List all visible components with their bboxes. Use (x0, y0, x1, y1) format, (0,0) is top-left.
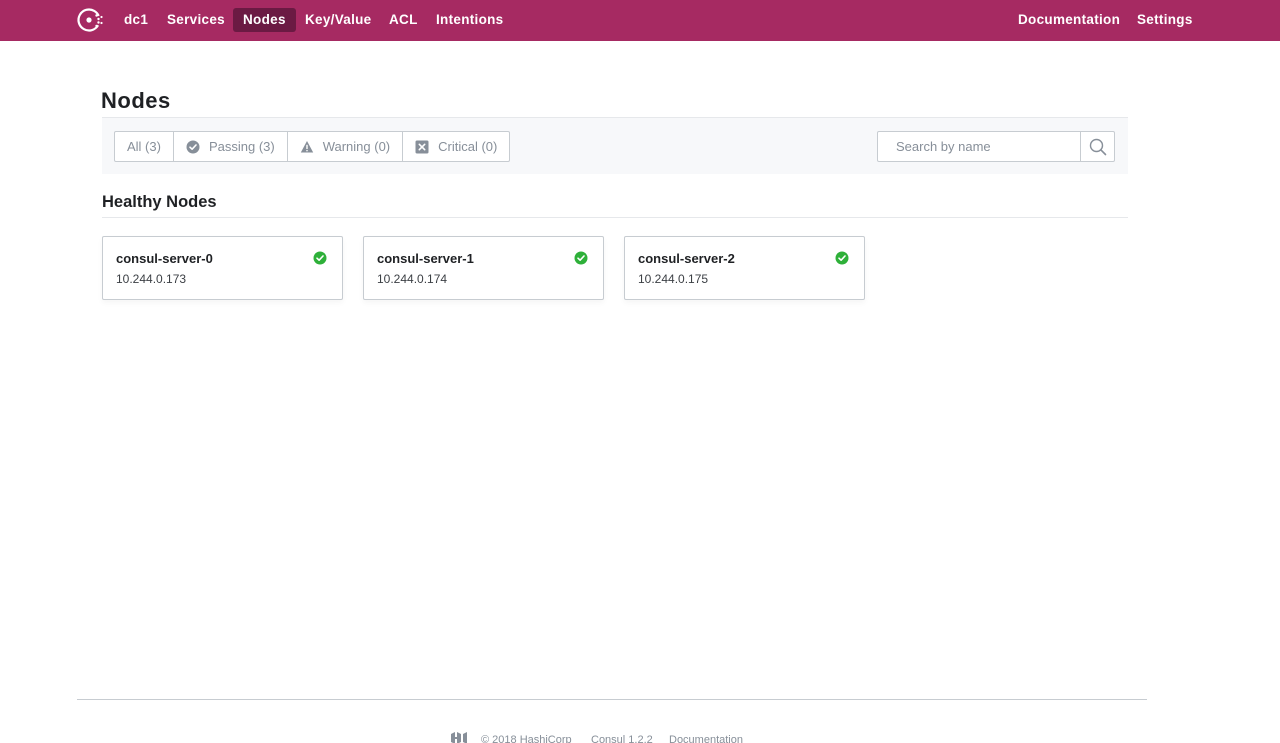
node-card-consul-server-1[interactable]: consul-server-1 10.244.0.174 (363, 236, 604, 300)
nav-key-value[interactable]: Key/Value (295, 8, 382, 32)
passing-check-icon (313, 251, 327, 265)
filter-all-label: All (3) (127, 139, 161, 154)
node-name: consul-server-2 (638, 251, 735, 266)
nav-services[interactable]: Services (157, 8, 235, 32)
footer-version: Consul 1.2.2 (591, 734, 653, 743)
node-name: consul-server-0 (116, 251, 213, 266)
datacenter-selector[interactable]: dc1 (114, 8, 158, 32)
section-divider (102, 217, 1128, 218)
magnifier-icon (1089, 138, 1106, 155)
nav-intentions[interactable]: Intentions (426, 8, 514, 32)
nav-nodes[interactable]: Nodes (233, 8, 296, 32)
filter-passing-button[interactable]: Passing (3) (174, 132, 288, 161)
search-button[interactable] (1080, 132, 1114, 161)
status-filter-group: All (3) Passing (3) Warning (0) Critical… (114, 131, 511, 162)
node-card-consul-server-0[interactable]: consul-server-0 10.244.0.173 (102, 236, 343, 300)
footer-documentation-link[interactable]: Documentation (669, 734, 743, 743)
search-input[interactable] (878, 132, 1080, 161)
nav-acl[interactable]: ACL (379, 8, 428, 32)
filter-critical-label: Critical (0) (438, 139, 498, 154)
nav-settings[interactable]: Settings (1127, 8, 1203, 32)
search-box (877, 131, 1115, 162)
node-name: consul-server-1 (377, 251, 474, 266)
nav-documentation[interactable]: Documentation (1008, 8, 1130, 32)
filter-warning-label: Warning (0) (322, 139, 391, 154)
warning-triangle-icon (300, 140, 314, 154)
critical-x-icon (415, 140, 429, 154)
passing-check-icon (835, 251, 849, 265)
node-address: 10.244.0.175 (638, 272, 709, 286)
filter-critical-button[interactable]: Critical (0) (403, 132, 509, 161)
footer-copyright: © 2018 HashiCorp (481, 734, 572, 743)
footer-divider (77, 699, 1147, 700)
node-address: 10.244.0.174 (377, 272, 448, 286)
page-title: Nodes (101, 88, 171, 113)
passing-check-icon (574, 251, 588, 265)
node-card-consul-server-2[interactable]: consul-server-2 10.244.0.175 (624, 236, 865, 300)
node-address: 10.244.0.173 (116, 272, 187, 286)
check-circle-icon (186, 140, 200, 154)
filter-bar: All (3) Passing (3) Warning (0) Critical… (102, 117, 1128, 174)
filter-passing-label: Passing (3) (208, 139, 275, 154)
top-navigation-bar: dc1 Services Nodes Key/Value ACL Intenti… (0, 0, 1280, 41)
filter-warning-button[interactable]: Warning (0) (288, 132, 404, 161)
filter-all-button[interactable]: All (3) (115, 132, 174, 161)
hashicorp-logo-icon (451, 732, 467, 743)
healthy-nodes-heading: Healthy Nodes (102, 193, 217, 211)
consul-logo-icon[interactable] (76, 6, 104, 34)
